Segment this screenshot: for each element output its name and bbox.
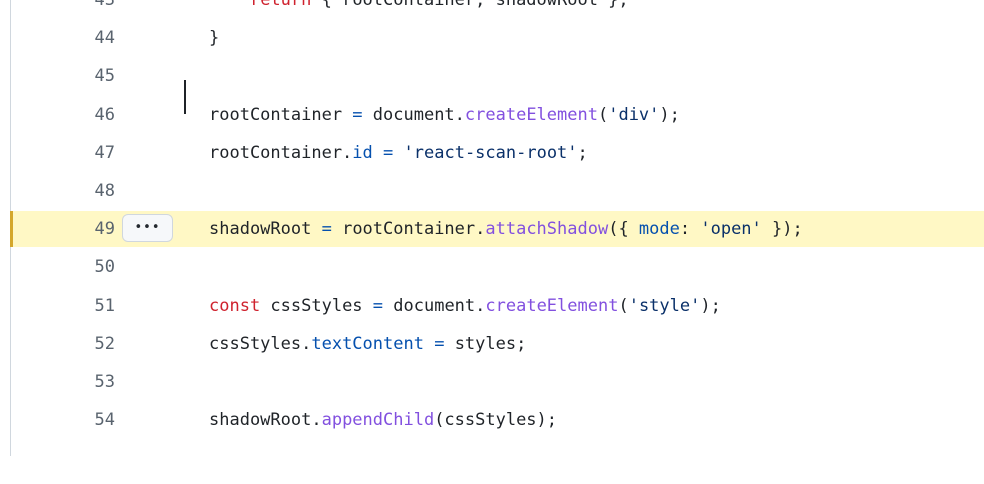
code-line-45[interactable]: 45 [11,58,984,94]
code-token: createElement [485,296,619,316]
line-number[interactable]: 43 [11,0,115,10]
code-line-53[interactable]: 53 [11,364,984,400]
code-token: appendChild [321,410,435,430]
code-token: textContent [311,334,424,354]
line-code: return { rootContainer, shadowRoot }; [209,0,629,10]
line-number[interactable]: 51 [11,296,115,316]
line-code: rootContainer = document.createElement('… [209,105,680,125]
code-line-50[interactable]: 50 [11,249,984,285]
code-token: 'style' [628,296,701,316]
code-token: ( [597,105,609,125]
code-token: ); [700,296,721,316]
code-line-54[interactable]: 54 shadowRoot.appendChild(cssStyles); [11,402,984,438]
code-token: ( [618,296,629,316]
line-code: shadowRoot.appendChild(cssStyles); [209,410,557,430]
code-token: = [321,219,332,239]
code-line-49[interactable]: 49 ••• shadowRoot = rootContainer.attachSh… [10,211,984,247]
code-token: = [383,143,394,163]
code-token: 'react-scan-root' [403,143,578,163]
line-number[interactable]: 50 [11,257,115,277]
text-cursor [184,80,186,114]
code-token: rootContainer. [209,143,353,163]
code-token: mode [638,219,680,239]
code-token: document. [383,296,486,316]
code-token: 'div' [608,105,660,125]
code-token: } [209,28,220,48]
line-number[interactable]: 54 [11,410,115,430]
code-line-47[interactable]: 47 rootContainer.id = 'react-scan-root'; [11,135,984,171]
line-number[interactable]: 45 [11,66,115,86]
code-token: attachShadow [485,219,609,239]
code-token: ; [577,143,588,163]
code-token: { rootContainer, shadowRoot }; [311,0,629,10]
line-actions-button[interactable]: ••• [122,214,173,242]
line-number[interactable]: 44 [11,28,115,48]
code-token: = [434,334,445,354]
code-token: document. [362,105,465,125]
line-number[interactable]: 48 [11,181,115,201]
code-token: 'open' [700,219,762,239]
code-line-44[interactable]: 44} [11,20,984,56]
line-number[interactable]: 46 [11,105,115,125]
code-token: }); [761,219,803,239]
code-token: cssStyles. [209,334,312,354]
line-code: } [209,28,219,48]
line-code: shadowRoot = rootContainer.attachShadow(… [209,219,803,239]
line-code: const cssStyles = document.createElement… [209,296,721,316]
kebab-horizontal-icon: ••• [134,220,161,235]
code-token: createElement [464,105,598,125]
code-token: return [249,0,312,10]
code-token: = [372,296,384,316]
line-number[interactable]: 47 [11,143,115,163]
code-token: const [209,296,261,316]
code-viewer: 43 return { rootContainer, shadowRoot };… [0,0,984,484]
code-line-46[interactable]: 46 rootContainer = document.createElement… [11,97,984,133]
code-token: styles; [444,334,527,354]
line-number[interactable]: 52 [11,334,115,354]
code-line-48[interactable]: 48 [11,173,984,209]
code-token: (cssStyles); [434,410,558,430]
code-token: ); [659,105,680,125]
code-token: shadowRoot [209,219,322,239]
code-token: shadowRoot. [209,410,322,430]
code-token: : [679,219,701,239]
code-token: id [352,143,373,163]
code-line-52[interactable]: 52 cssStyles.textContent = styles; [11,326,984,362]
code-token: rootContainer. [331,219,486,239]
line-code: cssStyles.textContent = styles; [209,334,526,354]
line-number[interactable]: 49 [11,219,115,239]
code-token: ({ [608,219,639,239]
code-line-43[interactable]: 43 return { rootContainer, shadowRoot }; [11,0,984,18]
code-token: = [352,105,363,125]
code-token: cssStyles [260,296,373,316]
code-token: rootContainer [209,105,353,125]
line-number[interactable]: 53 [11,372,115,392]
line-code: rootContainer.id = 'react-scan-root'; [209,143,588,163]
code-line-51[interactable]: 51 const cssStyles = document.createEleme… [11,288,984,324]
